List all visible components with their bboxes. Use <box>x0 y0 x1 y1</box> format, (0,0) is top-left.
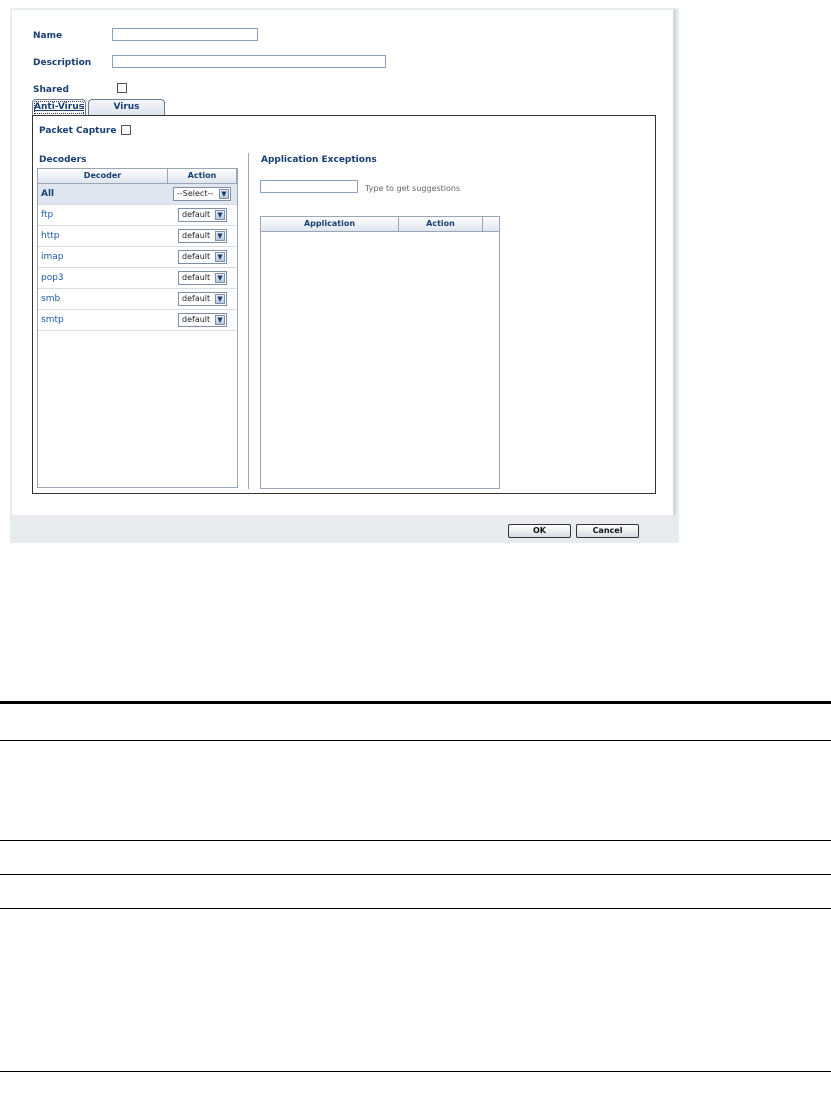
decoders-title: Decoders <box>39 155 87 165</box>
chevron-down-icon: ▼ <box>215 273 225 283</box>
action-select[interactable]: default ▼ <box>178 271 227 285</box>
tab-virus-exception[interactable]: Virus Exception <box>88 99 165 127</box>
action-select[interactable]: default ▼ <box>178 229 227 243</box>
decoder-name: ftp <box>41 210 54 220</box>
shared-checkbox[interactable] <box>117 83 127 93</box>
table-row[interactable]: ftp default ▼ <box>38 205 237 226</box>
description-input[interactable] <box>112 55 386 68</box>
decoders-table: Decoder Action All --Select-- ▼ ftp defa… <box>37 168 238 488</box>
action-select-value: default <box>182 294 211 303</box>
column-header-app-action[interactable]: Action <box>399 217 483 231</box>
packet-capture-label: Packet Capture <box>39 126 117 136</box>
tab-anti-virus[interactable]: Anti-Virus <box>32 99 86 116</box>
action-select[interactable]: --Select-- ▼ <box>173 187 231 201</box>
column-header-action[interactable]: Action <box>168 169 237 183</box>
shared-label: Shared <box>33 85 69 95</box>
table-row[interactable]: pop3 default ▼ <box>38 268 237 289</box>
chevron-down-icon: ▼ <box>215 252 225 262</box>
decoder-name: pop3 <box>41 273 64 283</box>
table-rule <box>0 908 831 909</box>
action-select[interactable]: default ▼ <box>178 208 227 222</box>
name-label: Name <box>33 31 63 41</box>
chevron-down-icon: ▼ <box>215 210 225 220</box>
decoder-name: smb <box>41 294 61 304</box>
chevron-down-icon: ▼ <box>219 189 229 199</box>
ok-button[interactable]: OK <box>508 524 571 538</box>
application-exceptions-table: Application Action <box>260 216 500 489</box>
decoders-scroll-edge <box>237 184 238 487</box>
chevron-down-icon: ▼ <box>215 231 225 241</box>
antivirus-profile-dialog: Name Description Shared Anti-Virus Virus… <box>10 8 679 543</box>
action-select[interactable]: default ▼ <box>178 313 227 327</box>
decoders-table-header: Decoder Action <box>38 169 237 184</box>
action-select-value: default <box>182 231 211 240</box>
chevron-down-icon: ▼ <box>215 294 225 304</box>
table-top-rule <box>0 701 831 704</box>
action-select-value: default <box>182 273 211 282</box>
column-header-application[interactable]: Application <box>261 217 399 231</box>
description-label: Description <box>33 58 92 68</box>
cancel-button[interactable]: Cancel <box>576 524 639 538</box>
decoder-name: smtp <box>41 315 64 325</box>
chevron-down-icon: ▼ <box>215 315 225 325</box>
action-select-value: --Select-- <box>177 189 214 198</box>
table-rule <box>0 874 831 875</box>
decoder-name: http <box>41 231 60 241</box>
action-select-value: default <box>182 252 211 261</box>
table-rule <box>0 1071 831 1072</box>
action-select[interactable]: default ▼ <box>178 292 227 306</box>
column-divider <box>248 153 249 489</box>
packet-capture-checkbox[interactable] <box>121 125 131 135</box>
decoder-name: imap <box>41 252 64 262</box>
name-input[interactable] <box>112 28 258 41</box>
table-rule <box>0 740 831 741</box>
action-select-value: default <box>182 315 211 324</box>
table-row[interactable]: smtp default ▼ <box>38 310 237 331</box>
table-row[interactable]: http default ▼ <box>38 226 237 247</box>
decoder-name: All <box>41 189 55 199</box>
column-header-decoder[interactable]: Decoder <box>38 169 168 183</box>
table-row[interactable]: imap default ▼ <box>38 247 237 268</box>
action-select-value: default <box>182 210 211 219</box>
application-exceptions-title: Application Exceptions <box>261 155 377 165</box>
application-table-header: Application Action <box>261 217 499 232</box>
suggest-hint: Type to get suggestions <box>365 184 461 193</box>
table-row[interactable]: smb default ▼ <box>38 289 237 310</box>
table-row[interactable]: All --Select-- ▼ <box>38 184 237 205</box>
action-select[interactable]: default ▼ <box>178 250 227 264</box>
table-rule <box>0 840 831 841</box>
application-suggest-input[interactable] <box>260 180 358 193</box>
